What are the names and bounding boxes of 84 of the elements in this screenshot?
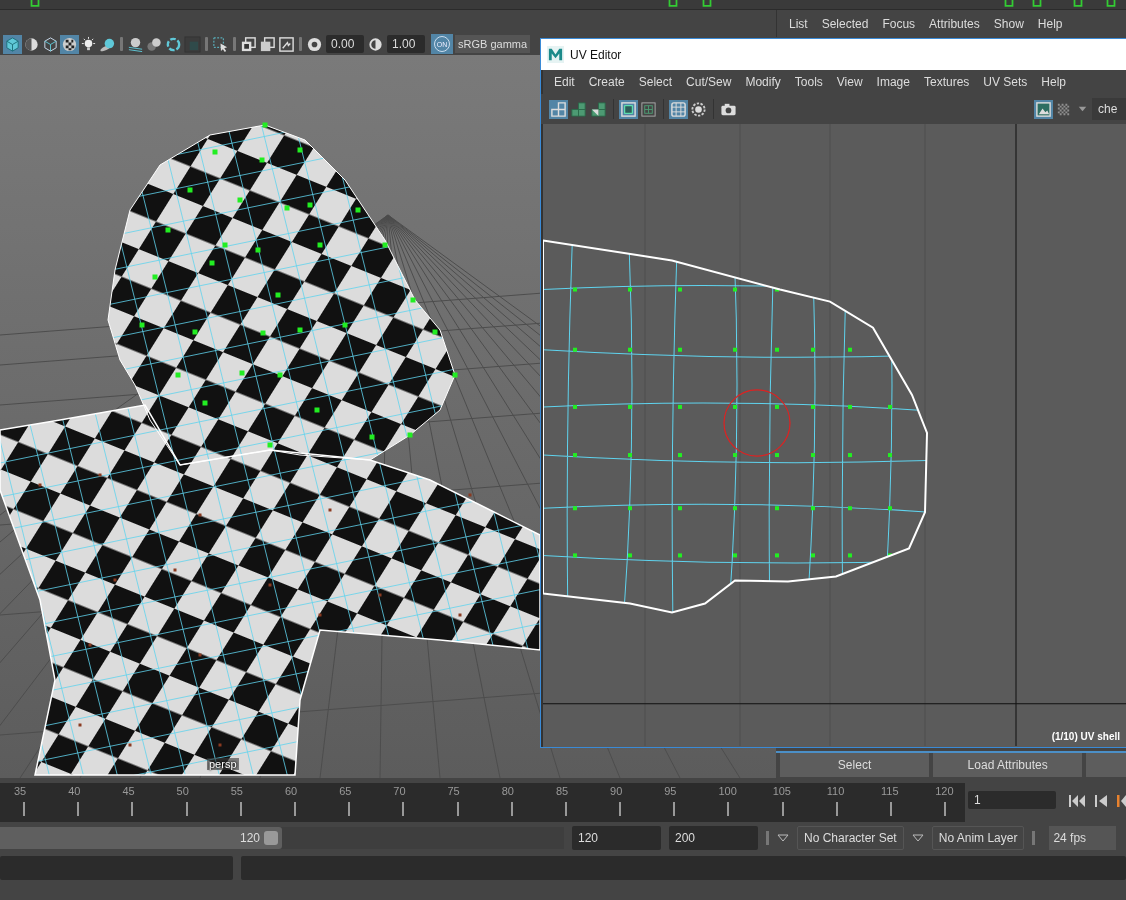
corner-bracket-icon: [702, 0, 712, 7]
frame-number: 100: [718, 785, 737, 797]
skip-to-start-icon[interactable]: [1068, 794, 1086, 808]
gamma-field[interactable]: 1.00: [387, 35, 425, 53]
menu-item[interactable]: List: [789, 16, 808, 31]
menu-item[interactable]: Edit: [554, 75, 575, 89]
menu-item[interactable]: Textures: [923, 75, 970, 89]
uv-shell-half-icon[interactable]: [589, 99, 608, 119]
texture-field[interactable]: che: [1092, 98, 1126, 120]
corner-bracket-icon: [1106, 0, 1116, 7]
menu-item[interactable]: Attributes: [929, 16, 980, 31]
checkered-sphere-icon[interactable]: [60, 34, 79, 54]
grid-icon[interactable]: [669, 99, 688, 119]
grid-frame-icon[interactable]: [639, 99, 658, 119]
dashed-circle-icon[interactable]: [689, 99, 708, 119]
frame-number: 60: [284, 785, 298, 797]
frame-number: 95: [664, 785, 677, 797]
window-title: UV Editor: [570, 47, 622, 62]
corner-bracket-icon: [668, 0, 678, 7]
frame-ruler[interactable]: 35 40 45 50 55 60 65 70 75 80 85 90 95 100 105 110 115 120: [0, 783, 965, 822]
uv-shell-outline-icon[interactable]: [549, 99, 568, 119]
image-icon[interactable]: [1034, 99, 1053, 119]
corner-bracket-icon: [1073, 0, 1083, 7]
max-time-field[interactable]: 200: [669, 826, 758, 850]
frame-rate-dropdown[interactable]: 24 fps: [1049, 826, 1117, 850]
end-time-field[interactable]: 120: [572, 826, 661, 850]
current-frame-field[interactable]: 1: [968, 791, 1056, 809]
range-end-label: 120: [239, 831, 260, 845]
frame-number: 105: [772, 785, 791, 797]
character-set-dropdown[interactable]: No Character Set: [797, 826, 904, 850]
frame-number: 80: [501, 785, 514, 797]
frame-number: 90: [610, 785, 623, 797]
caret-icon[interactable]: [1078, 105, 1087, 113]
corner-bracket-icon: [30, 0, 40, 7]
app-logo-icon: [547, 46, 564, 63]
corner-bracket-icon: [1004, 0, 1014, 7]
command-field[interactable]: [0, 856, 233, 880]
frame-number: 75: [447, 785, 460, 797]
menu-item[interactable]: Show: [993, 16, 1024, 31]
framed-square-icon[interactable]: [619, 99, 638, 119]
frame-number: 120: [935, 785, 954, 797]
overlapping-squares-icon[interactable]: [239, 34, 258, 54]
exposure-field[interactable]: 0.00: [326, 35, 364, 53]
panel-button[interactable]: Load Attributes: [933, 753, 1083, 777]
range-slider-handle[interactable]: [264, 831, 278, 845]
overlapping-squares-icon[interactable]: [258, 34, 277, 54]
color-space-dropdown[interactable]: sRGB gamma: [455, 35, 531, 53]
cube-icon[interactable]: [3, 34, 22, 54]
frame-number: 55: [230, 785, 243, 797]
step-back-icon[interactable]: [1092, 794, 1110, 808]
frame-number: 110: [826, 785, 845, 797]
brush-cursor-icon: [723, 389, 791, 457]
menu-item[interactable]: Selected: [821, 16, 869, 31]
status-text: (1/10) UV shell: [1051, 731, 1120, 742]
menu-item[interactable]: Help: [1037, 16, 1063, 31]
menu-item[interactable]: Cut/Sew: [686, 75, 732, 89]
menu-item[interactable]: Create: [588, 75, 625, 89]
frame-number: 85: [555, 785, 569, 797]
wireframe-cube-icon[interactable]: [41, 34, 60, 54]
frame-number: 115: [881, 785, 899, 797]
menu-item[interactable]: Tools: [794, 75, 823, 89]
anim-layer-dropdown[interactable]: No Anim Layer: [931, 826, 1025, 850]
menu-item[interactable]: Modify: [745, 75, 781, 89]
corner-bracket-icon: [1032, 0, 1042, 7]
selection-cursor-icon[interactable]: [211, 34, 230, 54]
menu-item[interactable]: Select: [638, 75, 673, 89]
panel-button[interactable]: Select: [780, 753, 930, 777]
key-back-icon[interactable]: [1116, 794, 1126, 808]
frame-number: 40: [68, 785, 81, 797]
uv-shell-icon[interactable]: [569, 99, 588, 119]
frame-number: 65: [339, 785, 352, 797]
frame-number: 50: [176, 785, 189, 797]
frame-number: 70: [393, 785, 406, 797]
framed-image-icon[interactable]: [277, 34, 296, 54]
menu-item[interactable]: UV Sets: [983, 75, 1028, 89]
frame-number: 45: [122, 785, 135, 797]
range-slider[interactable]: 120: [0, 827, 564, 849]
menu-item[interactable]: View: [836, 75, 863, 89]
menu-item[interactable]: Image: [876, 75, 910, 89]
menu-item[interactable]: Focus: [882, 16, 916, 31]
caret-icon[interactable]: [911, 834, 924, 842]
caret-icon[interactable]: [777, 834, 789, 842]
menu-item[interactable]: Help: [1041, 75, 1066, 89]
frame-number: 35: [14, 785, 27, 797]
